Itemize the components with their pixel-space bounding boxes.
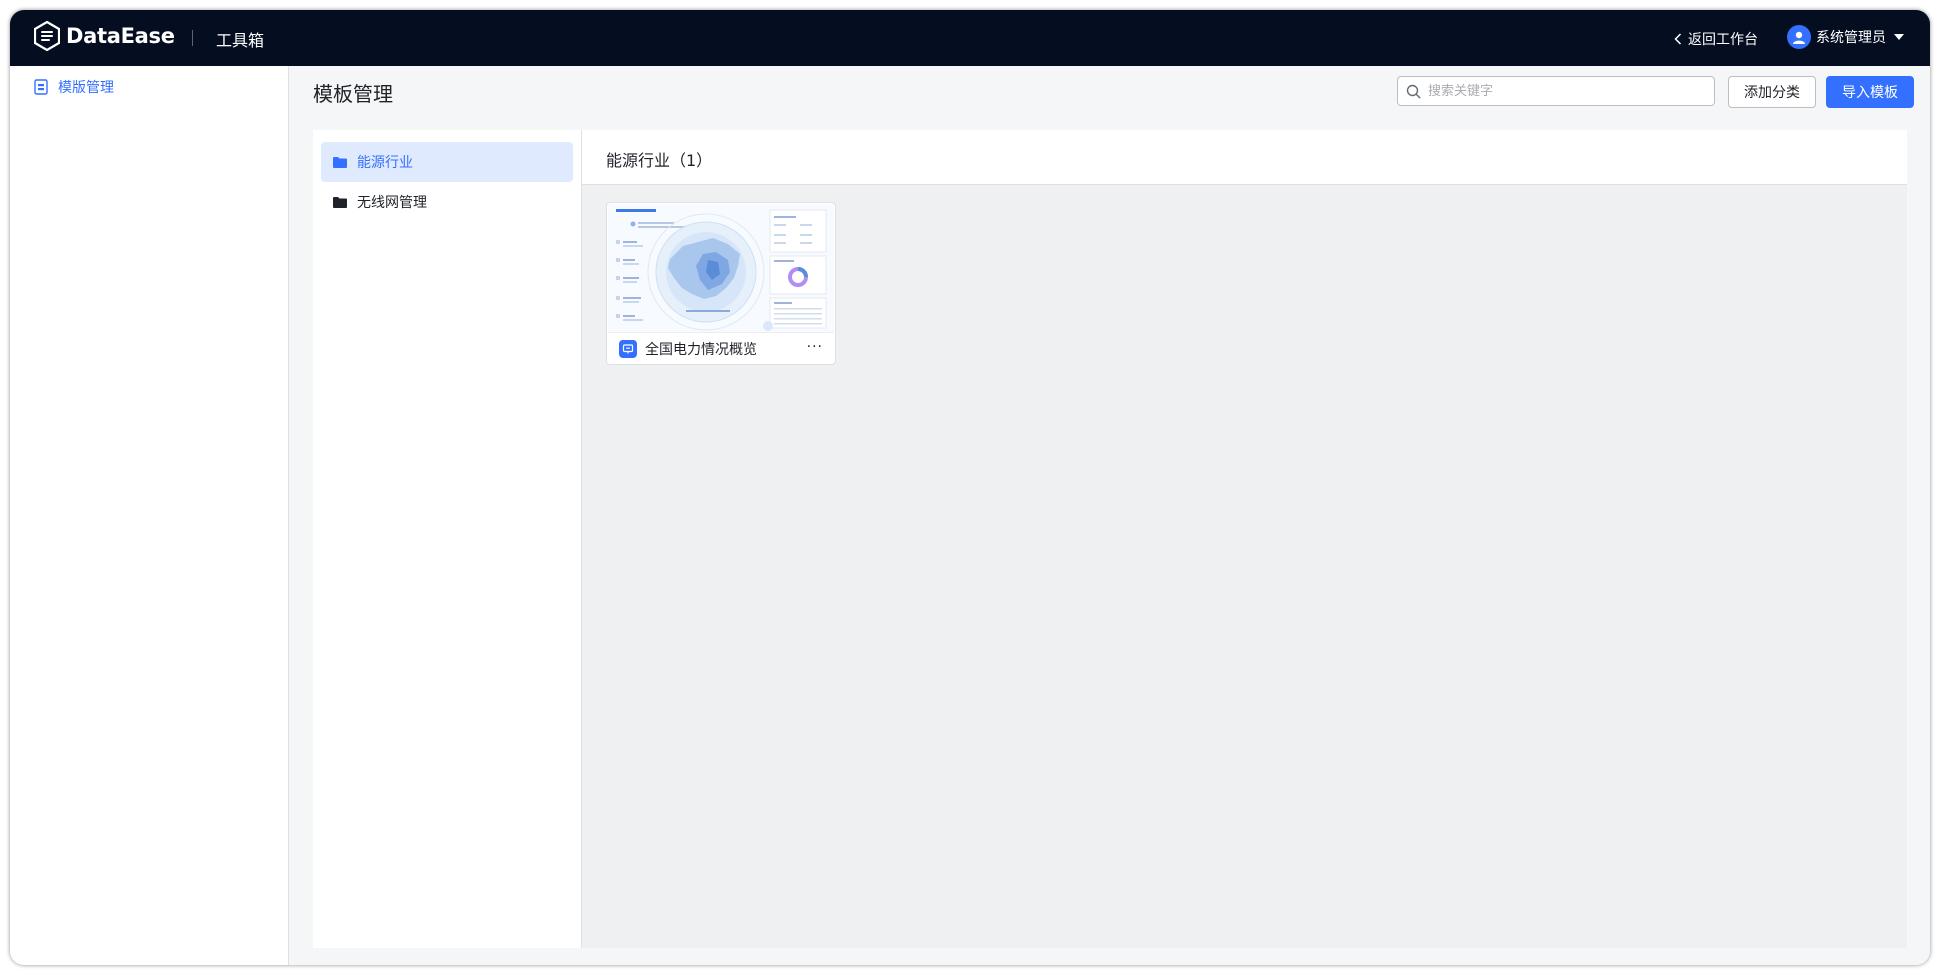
category-item-energy[interactable]: 能源行业: [321, 142, 573, 182]
template-content: 能源行业 无线网管理 能源行业（1） 全国电力情况概览 ···: [313, 130, 1907, 948]
topbar-divider: [192, 30, 193, 46]
search-box[interactable]: [1397, 76, 1715, 106]
main-area: 模板管理 添加分类 导入模板 能源行业: [289, 66, 1930, 965]
brand-name: DataEase: [66, 24, 175, 48]
category-panel: 能源行业 无线网管理: [313, 130, 582, 948]
template-card[interactable]: 全国电力情况概览 ···: [606, 202, 836, 365]
template-doc-icon: [34, 79, 48, 95]
user-menu[interactable]: 系统管理员: [1787, 25, 1904, 49]
more-options-icon[interactable]: ···: [807, 339, 823, 355]
app-window: DataEase 工具箱 返回工作台 系统管理员 模版管理 模板管理 搜索关键字…: [10, 10, 1930, 965]
back-label: 返回工作台: [1688, 32, 1758, 48]
category-item-wireless[interactable]: 无线网管理: [321, 182, 573, 222]
category-label: 无线网管理: [357, 195, 427, 211]
top-navbar: DataEase 工具箱 返回工作台 系统管理员: [10, 10, 1930, 66]
search-input[interactable]: [1428, 77, 1708, 105]
add-category-button[interactable]: 添加分类: [1728, 76, 1816, 108]
caret-down-icon: [1894, 34, 1904, 40]
screen-icon: [619, 339, 637, 358]
sidebar-item-template-management[interactable]: 模版管理: [34, 77, 114, 97]
folder-icon: [333, 196, 347, 208]
user-name: 系统管理员: [1816, 30, 1886, 46]
import-template-button[interactable]: 导入模板: [1826, 76, 1914, 108]
sidebar-item-label: 模版管理: [58, 80, 114, 96]
folder-icon: [333, 156, 347, 168]
page-title: 模板管理: [313, 82, 393, 106]
list-header: 能源行业（1）: [582, 130, 1907, 185]
list-title: 能源行业（1）: [606, 151, 713, 170]
section-title: 工具箱: [216, 31, 265, 50]
dataease-logo-icon: [34, 21, 60, 51]
category-label: 能源行业: [357, 155, 413, 171]
chevron-left-icon: [1674, 33, 1682, 45]
back-to-workbench-link[interactable]: 返回工作台: [1674, 29, 1758, 49]
template-list-panel: 能源行业（1） 全国电力情况概览 ···: [582, 130, 1907, 948]
template-name: 全国电力情况概览: [645, 341, 757, 358]
sidebar: 模版管理: [10, 66, 289, 965]
search-icon: [1406, 84, 1421, 99]
template-card-footer: 全国电力情况概览 ···: [607, 333, 835, 364]
template-thumbnail: [608, 204, 834, 333]
avatar-icon: [1787, 25, 1811, 49]
brand-logo[interactable]: DataEase: [34, 21, 175, 51]
